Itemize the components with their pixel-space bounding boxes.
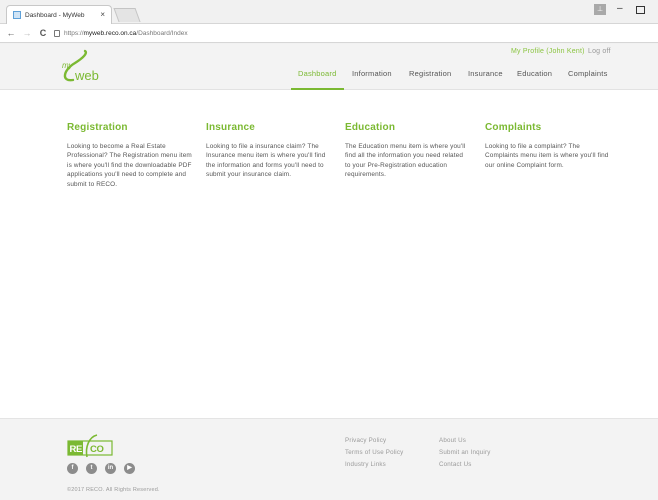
- about-us-link[interactable]: About Us: [439, 437, 466, 444]
- section-title[interactable]: Registration: [67, 122, 192, 133]
- reload-icon[interactable]: C: [38, 28, 48, 38]
- log-off-link[interactable]: Log off: [588, 48, 611, 55]
- reco-logo[interactable]: RE CO: [67, 433, 113, 459]
- section-body: Looking to become a Real Estate Professi…: [67, 143, 192, 188]
- copyright: ©2017 RECO. All Rights Reserved.: [67, 487, 160, 493]
- section-registration: Registration Looking to become a Real Es…: [67, 122, 192, 189]
- terms-of-use-link[interactable]: Terms of Use Policy: [345, 449, 403, 456]
- section-title[interactable]: Complaints: [485, 122, 610, 133]
- tab-close-icon[interactable]: ×: [100, 11, 105, 19]
- browser-user-icon[interactable]: ⊥: [594, 4, 606, 15]
- svg-text:RE: RE: [70, 444, 83, 455]
- section-complaints: Complaints Looking to file a complaint? …: [485, 122, 610, 170]
- my-profile-link[interactable]: My Profile (John Kent): [511, 48, 585, 55]
- myweb-logo[interactable]: my web: [57, 48, 117, 86]
- facebook-icon[interactable]: f: [67, 463, 78, 474]
- tab-title: Dashboard - MyWeb: [25, 11, 85, 19]
- active-nav-indicator: [291, 88, 344, 90]
- nav-complaints[interactable]: Complaints: [568, 69, 608, 78]
- section-body: Looking to file a insurance claim? The I…: [206, 143, 326, 179]
- url-scheme: https://: [64, 29, 84, 37]
- nav-dashboard[interactable]: Dashboard: [298, 69, 337, 78]
- minimize-icon[interactable]: –: [617, 3, 623, 14]
- page-favicon-icon: [13, 11, 21, 19]
- new-tab-button[interactable]: [113, 8, 141, 22]
- section-body: The Education menu item is where you'll …: [345, 143, 466, 179]
- browser-tab[interactable]: Dashboard - MyWeb ×: [6, 5, 112, 24]
- maximize-icon[interactable]: [636, 6, 645, 14]
- svg-text:web: web: [74, 68, 99, 83]
- submit-inquiry-link[interactable]: Submit an Inquiry: [439, 449, 491, 456]
- nav-registration[interactable]: Registration: [409, 69, 451, 78]
- url-host: myweb.reco.on.ca: [83, 29, 137, 37]
- site-header: my web My Profile (John Kent) Log off Da…: [0, 44, 658, 90]
- twitter-icon[interactable]: t: [86, 463, 97, 474]
- svg-text:CO: CO: [90, 444, 104, 455]
- industry-links-link[interactable]: Industry Links: [345, 461, 386, 468]
- address-bar: ← → C https:// myweb.reco.on.ca /Dashboa…: [0, 24, 658, 43]
- privacy-policy-link[interactable]: Privacy Policy: [345, 437, 386, 444]
- url-field[interactable]: https:// myweb.reco.on.ca /Dashboard/Ind…: [54, 27, 652, 40]
- svg-text:my: my: [62, 61, 74, 70]
- section-title[interactable]: Insurance: [206, 122, 331, 133]
- section-insurance: Insurance Looking to file a insurance cl…: [206, 122, 331, 180]
- nav-education[interactable]: Education: [517, 69, 552, 78]
- page-info-icon[interactable]: [54, 29, 60, 37]
- nav-insurance[interactable]: Insurance: [468, 69, 503, 78]
- back-icon[interactable]: ←: [6, 28, 16, 38]
- section-title[interactable]: Education: [345, 122, 470, 133]
- site-footer: RE CO f t in ▶ ©2017 RECO. All Rights Re…: [0, 418, 658, 500]
- linkedin-icon[interactable]: in: [105, 463, 116, 474]
- url-path: /Dashboard/Index: [136, 29, 188, 37]
- page: my web My Profile (John Kent) Log off Da…: [0, 44, 658, 500]
- section-education: Education The Education menu item is whe…: [345, 122, 470, 180]
- contact-us-link[interactable]: Contact Us: [439, 461, 472, 468]
- browser-titlebar: Dashboard - MyWeb × ⊥ –: [0, 0, 658, 24]
- section-body: Looking to file a complaint? The Complai…: [485, 143, 609, 169]
- youtube-icon[interactable]: ▶: [124, 463, 135, 474]
- forward-icon[interactable]: →: [22, 28, 32, 38]
- nav-information[interactable]: Information: [352, 69, 392, 78]
